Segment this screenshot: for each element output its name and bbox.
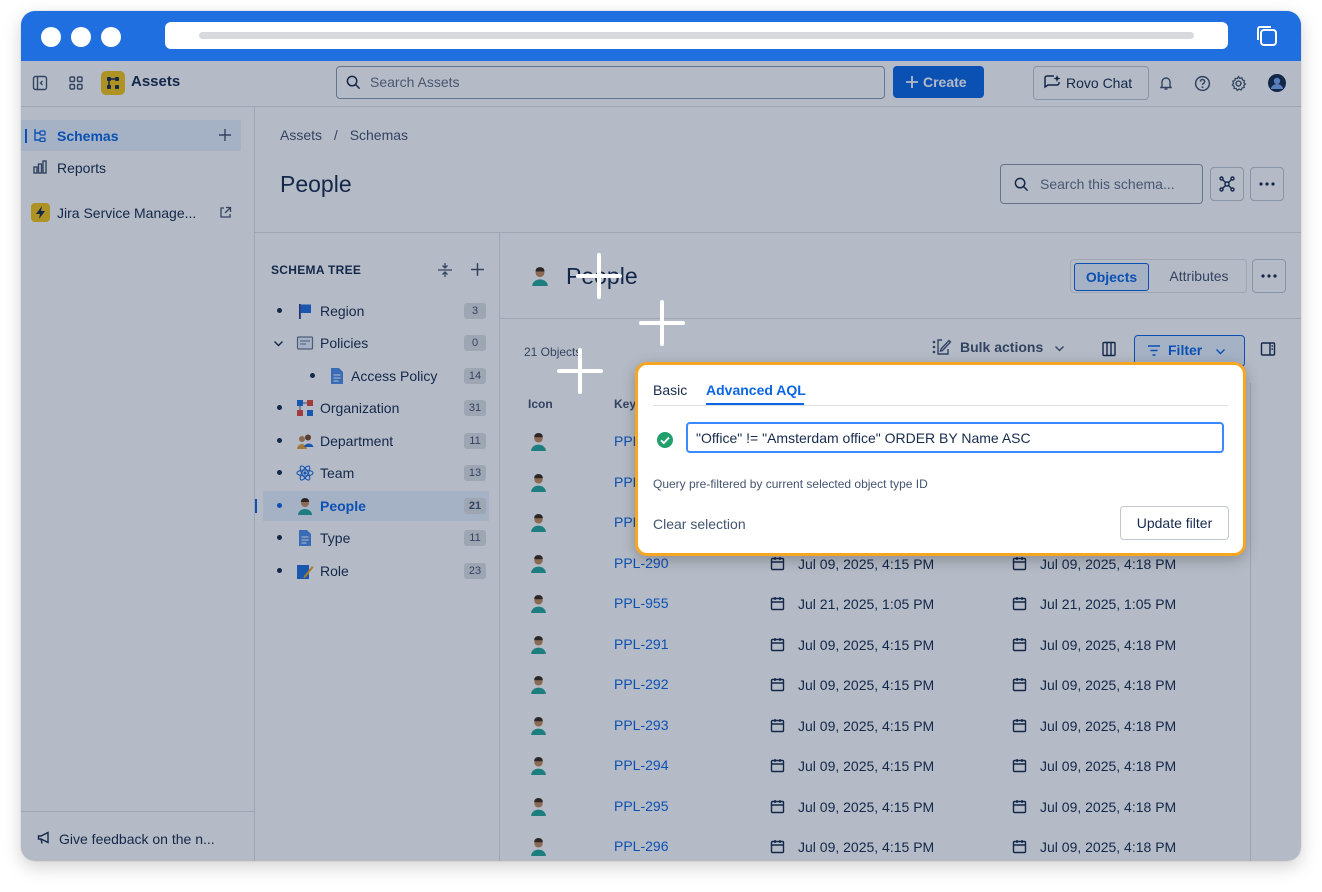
aql-query-input[interactable] xyxy=(686,422,1224,453)
window-maximize-dot[interactable] xyxy=(101,27,121,47)
tab-basic[interactable]: Basic xyxy=(653,382,687,398)
url-bar[interactable] xyxy=(165,22,1228,49)
aql-filter-popup: Basic Advanced AQL Query pre-filtered by… xyxy=(635,362,1246,556)
window-minimize-dot[interactable] xyxy=(71,27,91,47)
window-close-dot[interactable] xyxy=(41,27,61,47)
update-filter-button[interactable]: Update filter xyxy=(1120,506,1229,540)
cursor-crosshair-icon xyxy=(557,348,603,394)
clear-selection-button[interactable]: Clear selection xyxy=(653,516,746,532)
tab-divider xyxy=(653,405,1228,406)
browser-chrome xyxy=(21,11,1301,61)
tab-advanced-aql[interactable]: Advanced AQL xyxy=(706,382,806,398)
app-window: Assets Search Assets Create Rovo Chat Sc… xyxy=(21,11,1301,861)
check-circle-icon xyxy=(657,432,673,448)
url-placeholder-line xyxy=(199,32,1194,39)
copy-icon[interactable] xyxy=(1253,22,1281,50)
active-tab-underline xyxy=(706,403,804,405)
query-hint: Query pre-filtered by current selected o… xyxy=(653,477,928,491)
update-filter-label: Update filter xyxy=(1136,515,1213,531)
cursor-crosshair-icon xyxy=(639,300,685,346)
cursor-crosshair-icon xyxy=(576,253,622,299)
